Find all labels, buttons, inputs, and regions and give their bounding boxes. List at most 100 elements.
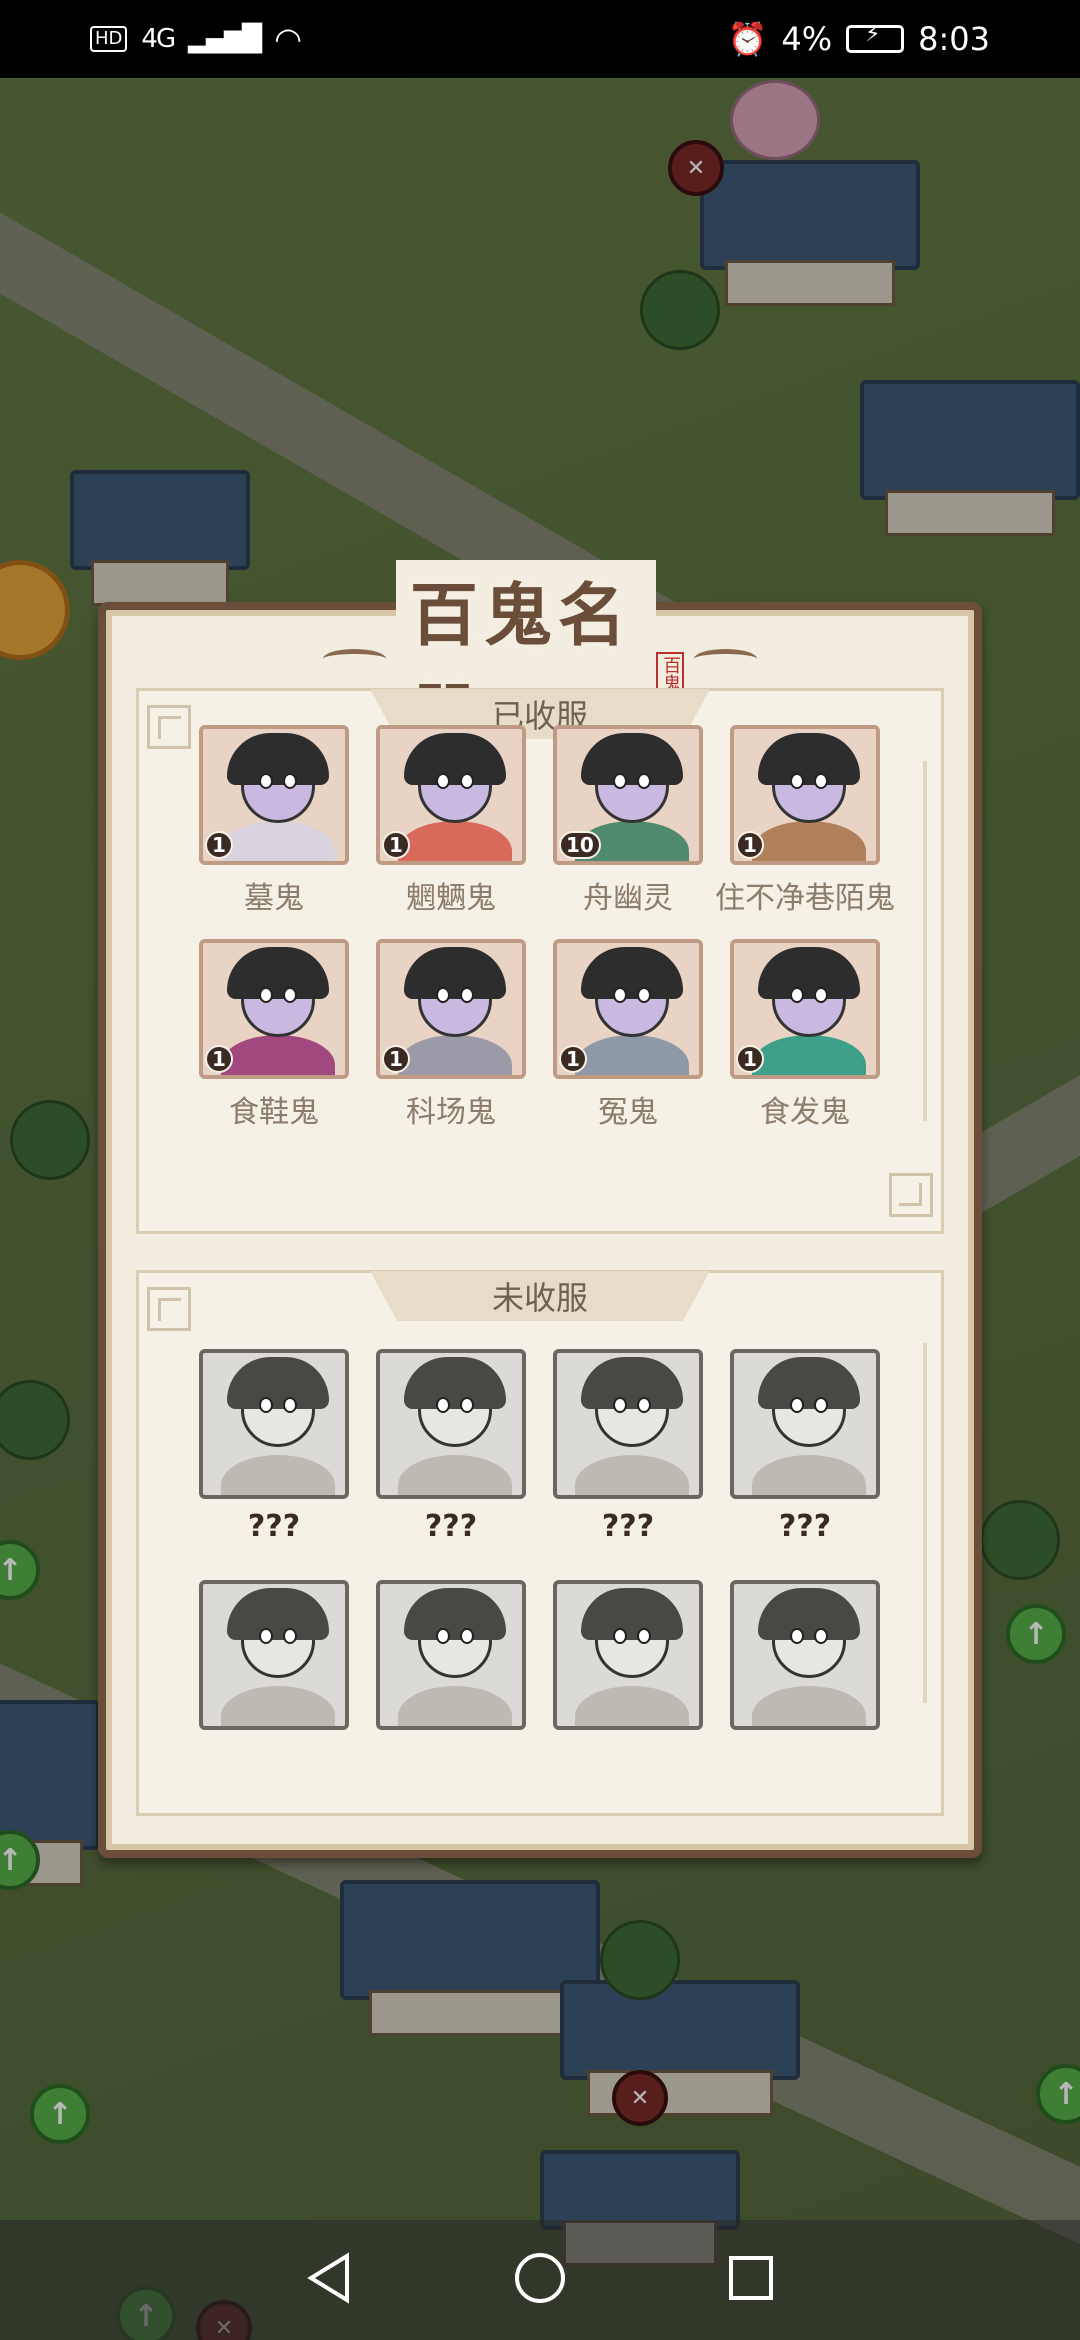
- portrait-eye: [460, 773, 474, 789]
- scrollbar[interactable]: [923, 761, 927, 1121]
- captured-ghost-card[interactable]: 1 食鞋鬼: [199, 939, 349, 1131]
- ghost-name: 冤鬼: [598, 1095, 658, 1130]
- ghost-name: 食发鬼: [760, 1095, 850, 1130]
- portrait-eye: [259, 1628, 273, 1644]
- level-badge: 10: [559, 831, 601, 859]
- clock: 8:03: [918, 20, 990, 58]
- scrollbar[interactable]: [923, 1343, 927, 1703]
- portrait-eye: [436, 987, 450, 1003]
- system-nav-bar: [0, 2220, 1080, 2340]
- title-ornament-right: [694, 649, 758, 669]
- portrait-eye: [790, 1628, 804, 1644]
- level-badge: 1: [382, 1045, 410, 1073]
- captured-ghost-card[interactable]: 1 冤鬼: [553, 939, 703, 1131]
- portrait-body: [221, 1455, 335, 1495]
- captured-ghost-card[interactable]: 1 食发鬼: [730, 939, 880, 1131]
- captured-ghost-card[interactable]: 1 魍魉鬼: [376, 725, 526, 917]
- nav-back-button[interactable]: [305, 2252, 353, 2308]
- status-bar: HD 4G ▂▄▆█ ◠ ⏰ 4% 8:03: [0, 0, 1080, 78]
- hd-indicator: HD: [90, 26, 128, 52]
- ghost-name: 科场鬼: [406, 1095, 496, 1130]
- portrait-eye: [283, 1397, 297, 1413]
- ghost-name: 舟幽灵: [583, 881, 673, 916]
- portrait-eye: [283, 773, 297, 789]
- level-badge: 1: [205, 831, 233, 859]
- portrait-hair: [227, 947, 329, 999]
- back-triangle-icon: [307, 2252, 349, 2304]
- portrait-hair: [404, 1588, 506, 1640]
- portrait-eye: [814, 1397, 828, 1413]
- nav-home-button[interactable]: [513, 2251, 567, 2309]
- locked-ghost-portrait: [553, 1580, 703, 1730]
- captured-grid: 1 墓鬼 1 魍魉鬼 10 舟幽灵 1 住不净巷陌鬼 1 食鞋鬼 1 科场鬼 1…: [199, 725, 899, 1131]
- locked-ghost-portrait: [199, 1580, 349, 1730]
- portrait-body: [752, 1455, 866, 1495]
- corner-ornament: [889, 1173, 933, 1217]
- portrait-hair: [227, 733, 329, 785]
- portrait-eye: [637, 1397, 651, 1413]
- level-badge: 1: [559, 1045, 587, 1073]
- battery-percent: 4%: [781, 20, 833, 58]
- portrait-body: [221, 1035, 335, 1075]
- uncaptured-ghost-card[interactable]: ???: [730, 1349, 880, 1544]
- portrait-body: [221, 1686, 335, 1726]
- uncaptured-ghost-card[interactable]: ???: [199, 1349, 349, 1544]
- portrait-eye: [259, 1397, 273, 1413]
- alarm-icon: ⏰: [727, 20, 768, 58]
- locked-ghost-portrait: [730, 1349, 880, 1499]
- ghost-portrait: 1: [553, 939, 703, 1079]
- unknown-ghost-name: ???: [778, 1509, 832, 1544]
- ghost-portrait: 1: [199, 939, 349, 1079]
- ghost-portrait: 10: [553, 725, 703, 865]
- uncaptured-header: 未收服: [370, 1271, 710, 1321]
- uncaptured-ghost-card[interactable]: ???: [553, 1349, 703, 1544]
- ghost-name: 住不净巷陌鬼: [715, 881, 895, 916]
- portrait-eye: [637, 1628, 651, 1644]
- ghost-portrait: 1: [730, 725, 880, 865]
- portrait-eye: [790, 1397, 804, 1413]
- captured-ghost-card[interactable]: 1 住不净巷陌鬼: [715, 725, 895, 917]
- portrait-eye: [259, 987, 273, 1003]
- portrait-body: [221, 821, 335, 861]
- portrait-eye: [436, 1628, 450, 1644]
- locked-ghost-portrait: [376, 1349, 526, 1499]
- scroll-fade: [139, 1733, 941, 1813]
- portrait-eye: [460, 1397, 474, 1413]
- network-type: 4G: [141, 24, 176, 54]
- locked-ghost-portrait: [730, 1580, 880, 1730]
- portrait-hair: [758, 1588, 860, 1640]
- title-ornament-left: [323, 649, 386, 669]
- portrait-eye: [637, 773, 651, 789]
- portrait-hair: [404, 947, 506, 999]
- portrait-hair: [227, 1357, 329, 1409]
- portrait-eye: [814, 773, 828, 789]
- locked-ghost-portrait: [199, 1349, 349, 1499]
- portrait-eye: [460, 987, 474, 1003]
- level-badge: 1: [736, 831, 764, 859]
- captured-ghost-card[interactable]: 10 舟幽灵: [553, 725, 703, 917]
- captured-ghost-card[interactable]: 1 科场鬼: [376, 939, 526, 1131]
- nav-recents-button[interactable]: [727, 2254, 775, 2306]
- portrait-eye: [436, 1397, 450, 1413]
- captured-ghost-card[interactable]: 1 墓鬼: [199, 725, 349, 917]
- wifi-icon: ◠: [274, 20, 303, 58]
- portrait-hair: [581, 947, 683, 999]
- portrait-body: [398, 1035, 512, 1075]
- portrait-hair: [581, 733, 683, 785]
- portrait-eye: [814, 987, 828, 1003]
- portrait-body: [398, 821, 512, 861]
- portrait-body: [575, 1455, 689, 1495]
- portrait-eye: [790, 987, 804, 1003]
- portrait-body: [752, 1035, 866, 1075]
- portrait-hair: [758, 947, 860, 999]
- portrait-eye: [613, 1397, 627, 1413]
- uncaptured-ghost-card[interactable]: ???: [376, 1349, 526, 1544]
- captured-section[interactable]: 已收服 1 墓鬼 1 魍魉鬼 10 舟幽灵 1 住不净巷陌鬼 1 食鞋鬼 1 科…: [136, 688, 944, 1234]
- portrait-eye: [637, 987, 651, 1003]
- level-badge: 1: [205, 1045, 233, 1073]
- uncaptured-section[interactable]: 未收服 ??? ??? ??? ???: [136, 1270, 944, 1816]
- recents-square-icon: [729, 2256, 773, 2300]
- portrait-eye: [613, 1628, 627, 1644]
- portrait-body: [398, 1455, 512, 1495]
- portrait-hair: [227, 1588, 329, 1640]
